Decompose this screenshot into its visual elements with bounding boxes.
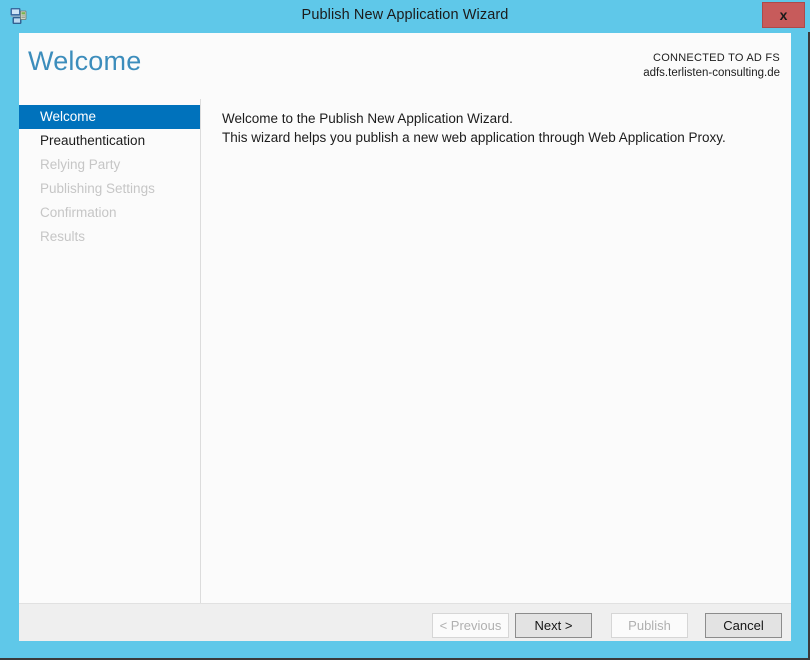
- welcome-line-1: Welcome to the Publish New Application W…: [222, 111, 513, 126]
- wizard-footer: < Previous Next > Publish Cancel: [19, 603, 791, 641]
- connection-info: CONNECTED TO AD FS adfs.terlisten-consul…: [643, 52, 780, 79]
- wizard-step-nav: Welcome Preauthentication Relying Party …: [19, 99, 200, 604]
- next-button[interactable]: Next >: [515, 613, 592, 638]
- wizard-window: Publish New Application Wizard x Welcome…: [0, 0, 810, 660]
- sidebar-item-publishing-settings: Publishing Settings: [40, 181, 155, 196]
- sidebar-item-welcome[interactable]: Welcome: [19, 105, 200, 129]
- sidebar-item-results: Results: [40, 229, 86, 244]
- publish-button[interactable]: Publish: [611, 613, 688, 638]
- window-title: Publish New Application Wizard: [301, 7, 509, 23]
- previous-button[interactable]: < Previous: [432, 613, 509, 638]
- sidebar-item-confirmation: Confirmation: [40, 205, 117, 220]
- sidebar-item-relying-party: Relying Party: [40, 157, 121, 172]
- page-header: Welcome CONNECTED TO AD FS adfs.terliste…: [19, 33, 791, 99]
- welcome-line-2: This wizard helps you publish a new web …: [222, 129, 726, 145]
- wizard-body: Welcome Preauthentication Relying Party …: [19, 99, 791, 604]
- connected-host: adfs.terlisten-consulting.de: [643, 67, 780, 79]
- page-title: Welcome: [28, 46, 142, 76]
- cancel-button[interactable]: Cancel: [705, 613, 782, 638]
- title-bar: Publish New Application Wizard x: [0, 0, 810, 32]
- close-icon[interactable]: x: [762, 2, 805, 28]
- wizard-content: Welcome to the Publish New Application W…: [201, 99, 791, 604]
- connected-to-label: CONNECTED TO AD FS: [653, 52, 780, 64]
- wizard-client-area: Welcome CONNECTED TO AD FS adfs.terliste…: [19, 33, 791, 641]
- sidebar-item-preauthentication[interactable]: Preauthentication: [19, 129, 200, 153]
